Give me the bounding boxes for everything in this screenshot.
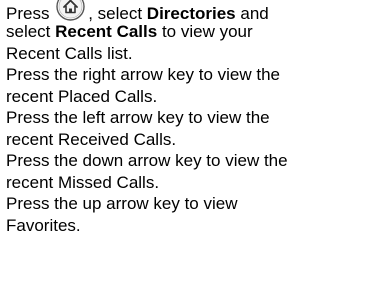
instruction-line-4: Press the right arrow key to view the xyxy=(6,65,281,84)
instructions-text: Press , select Directories and select Re… xyxy=(6,0,358,236)
home-icon xyxy=(55,0,86,22)
instruction-line-6: Press the left arrow key to view the xyxy=(6,108,270,127)
instruction-line-11: Favorites. xyxy=(6,215,81,235)
select-text: , select xyxy=(88,4,143,23)
instruction-line-7: recent Received Calls. xyxy=(6,129,177,149)
and-text: and xyxy=(240,4,269,23)
instruction-line-8: Press the down arrow key to view the xyxy=(6,151,288,170)
instruction-line-5: recent Placed Calls. xyxy=(6,86,158,106)
instruction-line-3: Recent Calls list. xyxy=(6,43,133,63)
press-text: Press xyxy=(6,4,50,23)
instruction-line-10: Press the up arrow key to view xyxy=(6,194,238,213)
directories-label: Directories xyxy=(146,4,236,23)
instruction-line-1: Press , select Directories and xyxy=(6,0,358,23)
instruction-line-9: recent Missed Calls. xyxy=(6,172,160,192)
